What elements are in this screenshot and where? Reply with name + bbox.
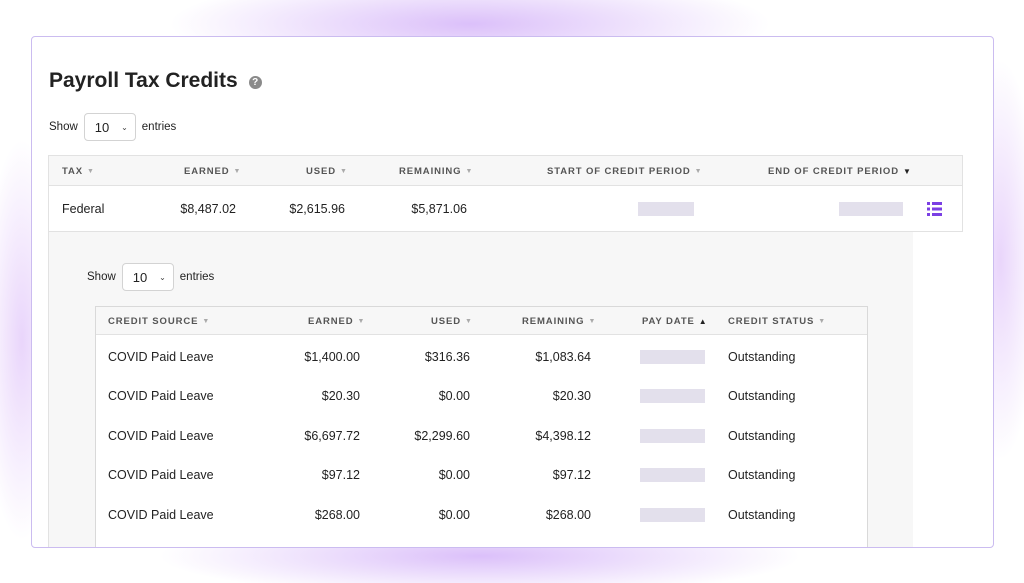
cell-credit-source: COVID Paid Leave: [108, 428, 214, 443]
header-earned[interactable]: EARNED ▼: [184, 156, 241, 186]
tax-credits-table-header: TAX ▼ EARNED ▼ USED ▼ REMAINING ▼ START OF C…: [49, 156, 962, 186]
chevron-down-icon: ⌄: [121, 122, 128, 132]
inner-entries-select[interactable]: 10 ⌄: [121, 263, 174, 291]
sort-icon: ▼: [588, 317, 597, 325]
payroll-tax-credits-card: Payroll Tax Credits ? Show 10 ⌄ entries …: [31, 36, 994, 548]
row-detail-side: [913, 232, 963, 547]
cell-credit-source: COVID Paid Leave: [108, 507, 214, 522]
sort-desc-icon: ▼: [902, 166, 912, 176]
credit-sources-table: CREDIT SOURCE ▼ EARNED ▼ USED ▼ REMAINING ▼ …: [95, 306, 868, 547]
pay-date-placeholder: [640, 350, 705, 364]
outer-entries-label: entries: [141, 121, 177, 133]
cell-tax: Federal: [62, 201, 105, 216]
cell-remaining: $5,871.06: [411, 201, 467, 216]
sort-icon: ▼: [357, 317, 366, 325]
cell-used: $0.00: [438, 507, 470, 522]
sort-icon: ▼: [694, 167, 703, 175]
header-remaining[interactable]: REMAINING ▼: [522, 307, 596, 335]
table-row[interactable]: COVID Paid Leave $6,697.72 $2,299.60 $4,…: [96, 416, 867, 455]
header-end-of-credit-period[interactable]: END OF CREDIT PERIOD ▼: [768, 156, 912, 186]
pay-date-placeholder: [640, 429, 705, 443]
header-earned[interactable]: EARNED ▼: [308, 307, 365, 335]
table-row[interactable]: COVID Paid Leave $268.00 $0.00 $268.00 O…: [96, 495, 867, 534]
cell-remaining: $268.00: [545, 507, 591, 522]
sort-icon: ▼: [465, 317, 473, 325]
sort-icon: ▼: [818, 317, 827, 325]
end-date-placeholder: [839, 202, 903, 216]
sort-icon: ▼: [340, 167, 348, 175]
cell-used: $2,299.60: [414, 428, 470, 443]
cell-earned: $8,487.02: [180, 201, 236, 216]
cell-credit-source: COVID Paid Leave: [108, 349, 214, 364]
header-tax[interactable]: TAX ▼: [62, 156, 95, 186]
page-title: Payroll Tax Credits ?: [49, 69, 262, 93]
cell-credit-status: Outstanding: [728, 507, 796, 522]
pay-date-placeholder: [640, 468, 705, 482]
cell-remaining: $97.12: [552, 467, 591, 482]
inner-show-label: Show: [87, 271, 116, 283]
outer-entries-value: 10: [94, 119, 110, 135]
inner-entries-value: 10: [132, 269, 148, 285]
cell-credit-source: COVID Paid Leave: [108, 388, 214, 403]
help-icon[interactable]: ?: [248, 75, 262, 89]
cell-credit-source: COVID Paid Leave: [108, 467, 214, 482]
header-used[interactable]: USED ▼: [431, 307, 473, 335]
outer-entries-control: Show 10 ⌄ entries: [49, 113, 176, 141]
table-row[interactable]: COVID Paid Leave $20.30 $0.00 $20.30 Out…: [96, 376, 867, 415]
sort-icon: ▼: [465, 167, 474, 175]
inner-entries-label: entries: [179, 271, 215, 283]
list-icon[interactable]: [927, 202, 942, 216]
pay-date-placeholder: [640, 508, 705, 522]
cell-credit-status: Outstanding: [728, 428, 796, 443]
table-row[interactable]: COVID Paid Leave $1,400.00 $316.36 $1,08…: [96, 337, 867, 376]
pay-date-placeholder: [640, 389, 705, 403]
cell-remaining: $20.30: [552, 388, 591, 403]
inner-entries-control: Show 10 ⌄ entries: [87, 263, 214, 291]
cell-earned: $97.12: [321, 467, 360, 482]
cell-credit-status: Outstanding: [728, 349, 796, 364]
page-title-text: Payroll Tax Credits: [49, 69, 238, 92]
cell-earned: $20.30: [321, 388, 360, 403]
sort-icon: ▼: [87, 167, 95, 175]
header-start-of-credit-period[interactable]: START OF CREDIT PERIOD ▼: [547, 156, 703, 186]
cell-earned: $6,697.72: [304, 428, 360, 443]
header-remaining[interactable]: REMAINING ▼: [399, 156, 473, 186]
cell-earned: $268.00: [314, 507, 360, 522]
credit-sources-table-header: CREDIT SOURCE ▼ EARNED ▼ USED ▼ REMAINING ▼ …: [96, 307, 867, 335]
cell-remaining: $4,398.12: [535, 428, 591, 443]
sort-asc-icon: ▲: [698, 316, 708, 326]
sort-icon: ▼: [202, 317, 211, 325]
table-row[interactable]: COVID Paid Leave $97.12 $0.00 $97.12 Out…: [96, 455, 867, 494]
cell-credit-status: Outstanding: [728, 388, 796, 403]
header-used[interactable]: USED ▼: [306, 156, 348, 186]
cell-used: $2,615.96: [289, 201, 345, 216]
cell-used: $0.00: [438, 388, 470, 403]
outer-show-label: Show: [49, 121, 78, 133]
cell-remaining: $1,083.64: [535, 349, 591, 364]
cell-used: $316.36: [424, 349, 470, 364]
header-credit-source[interactable]: CREDIT SOURCE ▼: [108, 307, 210, 335]
cell-credit-status: Outstanding: [728, 467, 796, 482]
outer-entries-select[interactable]: 10 ⌄: [83, 113, 136, 141]
chevron-down-icon: ⌄: [159, 272, 166, 282]
cell-earned: $1,400.00: [304, 349, 360, 364]
header-pay-date[interactable]: PAY DATE ▲: [642, 307, 708, 335]
table-row[interactable]: Federal $8,487.02 $2,615.96 $5,871.06: [49, 186, 962, 232]
cell-used: $0.00: [438, 467, 470, 482]
start-date-placeholder: [638, 202, 694, 216]
header-credit-status[interactable]: CREDIT STATUS ▼: [728, 307, 826, 335]
sort-icon: ▼: [233, 167, 242, 175]
